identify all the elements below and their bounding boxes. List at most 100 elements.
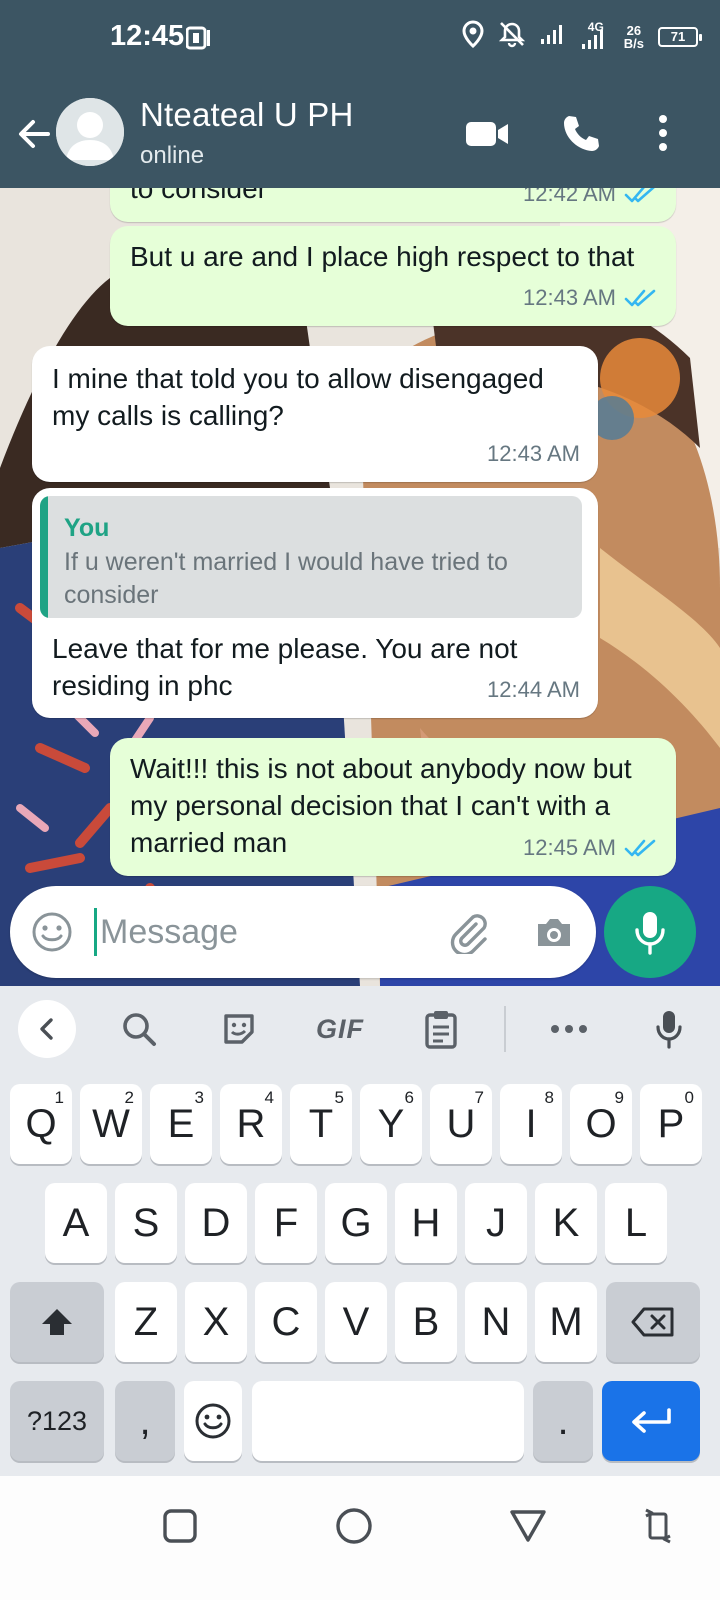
key-u[interactable]: U7 xyxy=(430,1084,492,1164)
voice-call-button[interactable] xyxy=(560,112,602,154)
key-hint: 9 xyxy=(614,1088,624,1107)
key-label: O xyxy=(585,1101,617,1146)
key-label: E xyxy=(167,1101,195,1146)
mute-bell-icon xyxy=(498,20,526,53)
home-circle-icon xyxy=(336,1508,372,1544)
contact-status: online xyxy=(140,142,205,169)
key-j[interactable]: J xyxy=(465,1183,527,1263)
voice-message-button[interactable] xyxy=(604,886,696,978)
key-label: W xyxy=(92,1101,130,1146)
system-nav-bar xyxy=(0,1476,720,1600)
key-p[interactable]: P0 xyxy=(640,1084,702,1164)
key-i[interactable]: I8 xyxy=(500,1084,562,1164)
space-key[interactable] xyxy=(252,1381,524,1461)
net-speed-value: 26 xyxy=(626,22,642,38)
key-y[interactable]: Y6 xyxy=(360,1084,422,1164)
message-bubble-outgoing[interactable]: Wait!!! this is not about anybody now bu… xyxy=(110,738,676,876)
key-c[interactable]: C xyxy=(255,1282,317,1362)
emoji-icon xyxy=(32,912,72,952)
net-speed-unit: B/s xyxy=(623,35,644,51)
key-e[interactable]: E3 xyxy=(150,1084,212,1164)
key-a[interactable]: A xyxy=(45,1183,107,1263)
message-bubble-incoming-reply[interactable]: You If u weren't married I would have tr… xyxy=(32,488,598,718)
gif-button[interactable]: GIF xyxy=(308,1006,372,1052)
network-speed: 26 B/s xyxy=(624,24,644,50)
rotate-button[interactable] xyxy=(634,1502,682,1550)
chevron-left-icon xyxy=(40,1018,53,1040)
home-button[interactable] xyxy=(330,1502,378,1550)
key-v[interactable]: V xyxy=(325,1282,387,1362)
key-m[interactable]: M xyxy=(535,1282,597,1362)
phone-icon xyxy=(564,116,599,151)
key-label: T xyxy=(308,1101,334,1146)
shift-key[interactable] xyxy=(10,1282,104,1362)
key-r[interactable]: R4 xyxy=(220,1084,282,1164)
avatar[interactable] xyxy=(56,98,124,166)
key-z[interactable]: Z xyxy=(115,1282,177,1362)
camera-button[interactable] xyxy=(532,910,576,954)
enter-key[interactable] xyxy=(602,1381,700,1461)
message-input[interactable] xyxy=(100,904,430,960)
symbols-key[interactable]: ?123 xyxy=(10,1381,104,1461)
attach-button[interactable] xyxy=(446,910,490,957)
comma-key[interactable]: , xyxy=(115,1381,175,1461)
message-time: 12:42 AM xyxy=(523,188,616,206)
key-s[interactable]: S xyxy=(115,1183,177,1263)
key-hint: 7 xyxy=(474,1088,484,1107)
keyboard-collapse-button[interactable] xyxy=(18,1000,76,1058)
keyboard-more-button[interactable] xyxy=(546,1006,592,1052)
chat-area[interactable]: to consider 12:42 AM But u are and I pla… xyxy=(0,188,720,986)
emoji-key[interactable] xyxy=(184,1381,242,1461)
status-time: 12:45 xyxy=(110,20,185,52)
voice-typing-button[interactable] xyxy=(646,1006,692,1052)
key-h[interactable]: H xyxy=(395,1183,457,1263)
key-l[interactable]: L xyxy=(605,1183,667,1263)
signal-icon xyxy=(540,23,566,50)
sticker-button[interactable] xyxy=(216,1006,262,1052)
emoji-button[interactable] xyxy=(30,910,74,954)
paperclip-icon xyxy=(450,914,487,957)
message-bubble-incoming[interactable]: I mine that told you to allow disengaged… xyxy=(32,346,598,482)
read-ticks-icon xyxy=(624,188,655,202)
key-b[interactable]: B xyxy=(395,1282,457,1362)
keyboard-toolbar: GIF xyxy=(0,986,720,1070)
recents-button[interactable] xyxy=(156,1502,204,1550)
key-g[interactable]: G xyxy=(325,1183,387,1263)
clipboard-button[interactable] xyxy=(418,1006,464,1052)
key-f[interactable]: F xyxy=(255,1183,317,1263)
period-key[interactable]: . xyxy=(533,1381,593,1461)
message-bubble-outgoing[interactable]: to consider 12:42 AM xyxy=(110,188,676,222)
key-label: Q xyxy=(25,1101,57,1146)
back-triangle-icon xyxy=(510,1510,546,1542)
more-options-button[interactable] xyxy=(650,112,676,154)
quoted-message[interactable]: You If u weren't married I would have tr… xyxy=(40,496,582,618)
search-icon xyxy=(123,1013,156,1046)
key-q[interactable]: Q1 xyxy=(10,1084,72,1164)
more-horiz-icon xyxy=(551,1025,587,1033)
key-n[interactable]: N xyxy=(465,1282,527,1362)
key-d[interactable]: D xyxy=(185,1183,247,1263)
battery-level: 71 xyxy=(670,29,686,44)
read-ticks-icon xyxy=(624,289,656,306)
key-k[interactable]: K xyxy=(535,1183,597,1263)
sticker-icon xyxy=(224,1014,254,1044)
key-w[interactable]: W2 xyxy=(80,1084,142,1164)
camera-icon xyxy=(538,919,570,946)
key-x[interactable]: X xyxy=(185,1282,247,1362)
contact-name[interactable]: Nteateal U PH xyxy=(140,96,354,134)
key-t[interactable]: T5 xyxy=(290,1084,352,1164)
keyboard-search-button[interactable] xyxy=(116,1006,162,1052)
screen-record-icon xyxy=(185,26,212,55)
message-bubble-outgoing[interactable]: But u are and I place high respect to th… xyxy=(110,226,676,326)
video-call-button[interactable] xyxy=(464,114,510,154)
key-hint: 8 xyxy=(544,1088,554,1107)
key-o[interactable]: O9 xyxy=(570,1084,632,1164)
location-icon xyxy=(462,20,484,53)
shift-icon xyxy=(42,1309,72,1335)
avatar-icon xyxy=(56,98,124,166)
back-button[interactable] xyxy=(14,114,54,154)
backspace-key[interactable] xyxy=(606,1282,700,1362)
nav-back-button[interactable] xyxy=(504,1502,552,1550)
battery-icon: 71 xyxy=(658,26,702,47)
message-meta: 12:44 AM xyxy=(487,671,580,708)
